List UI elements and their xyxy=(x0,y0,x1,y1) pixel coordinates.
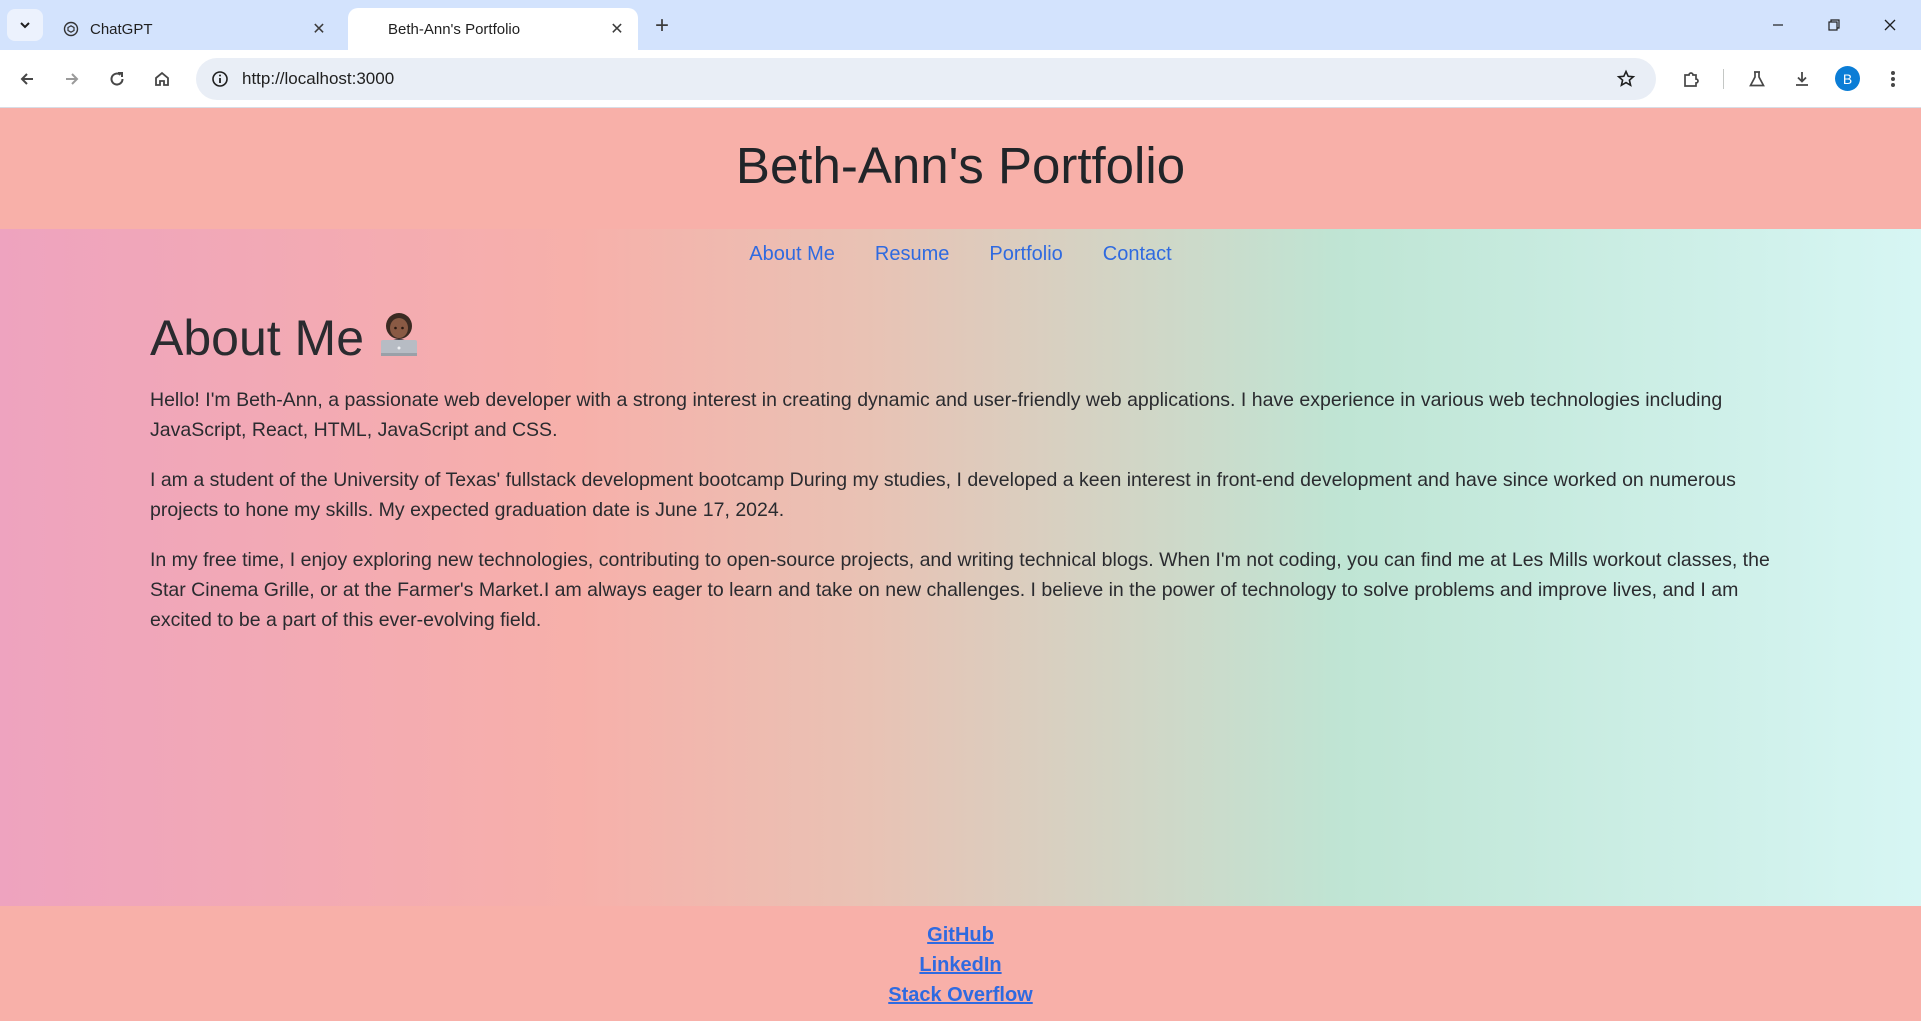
chevron-down-icon xyxy=(20,22,30,29)
downloads-button[interactable] xyxy=(1785,62,1819,96)
nav-link-about-me[interactable]: About Me xyxy=(749,243,835,266)
home-icon xyxy=(155,71,169,86)
site-title: Beth-Ann's Portfolio xyxy=(735,137,1186,194)
about-paragraph-2: I am a student of the University of Texa… xyxy=(150,469,1736,521)
tab-search-button[interactable] xyxy=(7,9,43,41)
forward-button[interactable] xyxy=(55,62,89,96)
back-button[interactable] xyxy=(10,62,44,96)
site-nav: About Me Resume Portfolio Contact xyxy=(0,229,1921,279)
extensions-button[interactable] xyxy=(1674,62,1708,96)
main-section: About Me Resume Portfolio Contact About … xyxy=(0,229,1921,906)
about-paragraph-3: In my free time, I enjoy exploring new t… xyxy=(150,549,1770,631)
new-tab-button[interactable]: + xyxy=(648,12,676,40)
tab-chatgpt[interactable]: ChatGPT ✕ xyxy=(50,8,340,50)
about-paragraph-1: Hello! I'm Beth-Ann, a passionate web de… xyxy=(150,389,1723,441)
puzzle-icon xyxy=(1684,72,1699,87)
footer-link-linkedin[interactable]: LinkedIn xyxy=(919,950,1001,980)
tab-portfolio[interactable]: Beth-Ann's Portfolio ✕ xyxy=(348,8,638,50)
address-bar[interactable]: http://localhost:3000 xyxy=(196,58,1656,100)
menu-button[interactable] xyxy=(1876,62,1910,96)
minimize-button[interactable] xyxy=(1750,0,1806,50)
close-tab-icon[interactable]: ✕ xyxy=(308,18,330,40)
minimize-icon xyxy=(1773,24,1783,26)
about-heading-text: About Me xyxy=(150,310,365,366)
toolbar-divider xyxy=(1723,69,1724,89)
close-window-button[interactable] xyxy=(1862,0,1918,50)
nav-link-contact[interactable]: Contact xyxy=(1103,243,1172,266)
browser-tab-bar: ChatGPT ✕ Beth-Ann's Portfolio ✕ + xyxy=(0,0,1921,50)
about-me-section: About Me Hello! I'm Beth-Ann, a passiona… xyxy=(150,309,1770,655)
chatgpt-icon xyxy=(62,20,80,38)
arrow-left-icon xyxy=(20,73,33,85)
browser-toolbar: http://localhost:3000 B xyxy=(0,50,1921,108)
site-footer: GitHub LinkedIn Stack Overflow xyxy=(0,906,1921,1021)
reload-button[interactable] xyxy=(100,62,134,96)
restore-button[interactable] xyxy=(1806,0,1862,50)
arrow-right-icon xyxy=(66,73,79,85)
profile-avatar[interactable]: B xyxy=(1835,66,1860,91)
woman-technologist-emoji-icon xyxy=(374,309,424,367)
reload-icon xyxy=(110,72,124,86)
home-button[interactable] xyxy=(145,62,179,96)
restore-icon xyxy=(1828,19,1840,31)
plus-icon: + xyxy=(654,12,669,39)
footer-link-stack-overflow[interactable]: Stack Overflow xyxy=(888,980,1033,1010)
kebab-menu-icon xyxy=(1891,71,1895,87)
close-tab-icon[interactable]: ✕ xyxy=(606,18,628,40)
footer-link-github[interactable]: GitHub xyxy=(927,920,994,950)
site-header: Beth-Ann's Portfolio xyxy=(0,108,1921,229)
tab-title: Beth-Ann's Portfolio xyxy=(388,20,521,38)
nav-link-resume[interactable]: Resume xyxy=(875,243,949,266)
download-icon xyxy=(1796,72,1808,86)
labs-button[interactable] xyxy=(1740,62,1774,96)
url-text[interactable]: http://localhost:3000 xyxy=(242,69,394,89)
flask-icon xyxy=(1749,71,1765,87)
web-page: Beth-Ann's Portfolio About Me Resume Por… xyxy=(0,108,1921,1021)
tab-title: ChatGPT xyxy=(90,20,153,38)
nav-link-portfolio[interactable]: Portfolio xyxy=(989,243,1062,266)
close-icon xyxy=(1884,19,1896,31)
site-info-icon[interactable] xyxy=(208,67,232,91)
bookmark-star-icon[interactable] xyxy=(1614,67,1638,91)
about-heading: About Me xyxy=(150,309,1770,367)
